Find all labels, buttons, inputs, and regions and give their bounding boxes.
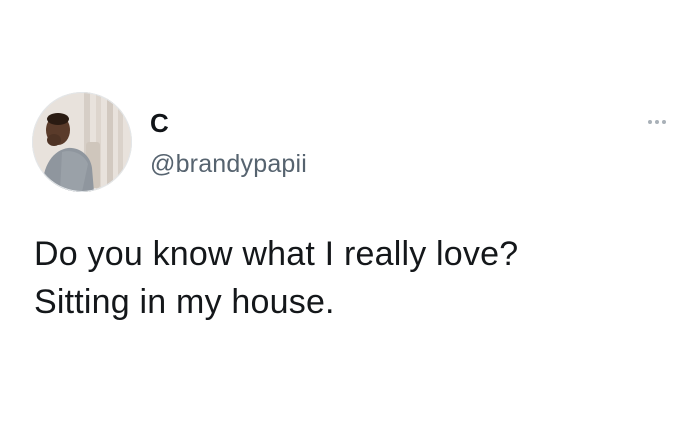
profile-photo-avatar-icon — [32, 92, 132, 192]
more-options-icon-dot — [655, 120, 659, 124]
tweet-text: Do you know what I really love? Sitting … — [34, 230, 674, 326]
author-avatar[interactable] — [32, 92, 132, 192]
tweet-text-line: Do you know what I really love? — [34, 235, 519, 273]
more-options-button[interactable] — [642, 112, 672, 132]
tweet-text-line: Sitting in my house. — [34, 283, 335, 321]
author-handle[interactable]: @brandypapii — [150, 149, 307, 179]
author-display-name[interactable]: C — [150, 108, 169, 138]
tweet-card: C @brandypapii Do you know what I really… — [0, 0, 700, 440]
more-options-icon-dot — [662, 120, 666, 124]
more-options-icon — [648, 120, 652, 124]
